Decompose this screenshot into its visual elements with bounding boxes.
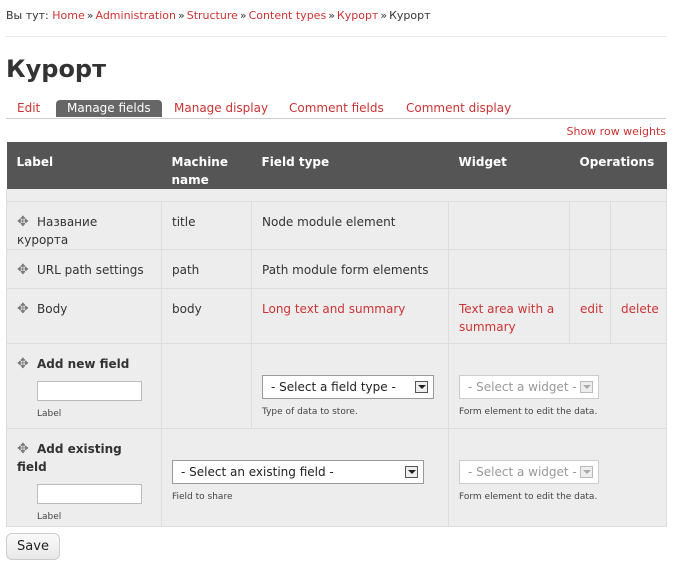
drag-handle-icon[interactable]: ✥ bbox=[17, 440, 33, 458]
row-label-cell: ✥ URL path settings bbox=[6, 248, 162, 289]
breadcrumb-separator: » bbox=[177, 9, 185, 22]
tab-edit[interactable]: Edit bbox=[17, 100, 40, 117]
row-edit-cell: edit bbox=[569, 287, 611, 344]
tabs: Edit Manage fields Manage display Commen… bbox=[6, 100, 666, 119]
header-operations: Operations bbox=[569, 142, 667, 189]
field-type-select[interactable]: - Select a field type - bbox=[262, 374, 434, 399]
breadcrumb-content-types-link[interactable]: Content types bbox=[249, 9, 327, 22]
row-field-type-cell: Long text and summary bbox=[251, 287, 449, 344]
breadcrumb-current: Курорт bbox=[389, 9, 431, 22]
existing-widget-select-cell: - Select a widget - Form element to edit… bbox=[447, 427, 668, 527]
add-new-field-cell: ✥ Add new field Label bbox=[6, 342, 162, 429]
existing-widget-select-value: - Select a widget - bbox=[468, 464, 577, 479]
row-edit-cell bbox=[569, 200, 611, 250]
header-label: Label bbox=[6, 142, 162, 189]
breadcrumb-separator: » bbox=[380, 9, 388, 22]
breadcrumb-separator: » bbox=[239, 9, 247, 22]
dropdown-arrow-icon bbox=[415, 380, 428, 393]
header-field-type: Field type bbox=[251, 142, 449, 189]
breadcrumb-separator: » bbox=[86, 9, 94, 22]
existing-field-select[interactable]: - Select an existing field - bbox=[172, 459, 424, 484]
widget-help: Form element to edit the data. bbox=[459, 406, 598, 417]
existing-field-help: Field to share bbox=[172, 491, 233, 502]
widget-select-value: - Select a widget - bbox=[468, 379, 577, 394]
widget-select[interactable]: - Select a widget - bbox=[459, 374, 599, 399]
row-machine-name: title bbox=[161, 200, 252, 250]
save-button[interactable]: Save bbox=[6, 533, 60, 560]
row-widget-cell: Text area with a summary bbox=[448, 287, 570, 344]
dropdown-arrow-icon bbox=[580, 380, 593, 393]
row-widget bbox=[448, 200, 570, 250]
existing-field-select-cell: - Select an existing field - Field to sh… bbox=[161, 427, 449, 527]
row-edit-cell bbox=[569, 248, 611, 289]
field-type-select-value: - Select a field type - bbox=[271, 379, 396, 394]
show-row-weights-link[interactable]: Show row weights bbox=[567, 125, 667, 138]
row-label-cell: ✥ Название курорта bbox=[6, 200, 162, 250]
row-widget bbox=[448, 248, 570, 289]
tab-comment-display[interactable]: Comment display bbox=[406, 100, 511, 117]
row-delete-cell: delete bbox=[609, 287, 668, 344]
row-field-type: Path module form elements bbox=[251, 248, 449, 289]
add-new-field-title: Add new field bbox=[37, 356, 130, 371]
add-existing-field-row: ✥ Add existing field Label - Select an ex… bbox=[6, 427, 668, 527]
tab-comment-fields[interactable]: Comment fields bbox=[289, 100, 384, 117]
tab-manage-display[interactable]: Manage display bbox=[174, 100, 268, 117]
row-machine-name: path bbox=[161, 248, 252, 289]
edit-link[interactable]: edit bbox=[580, 302, 603, 316]
page-title: Курорт bbox=[6, 55, 107, 83]
breadcrumb-structure-link[interactable]: Structure bbox=[187, 9, 238, 22]
header-widget: Widget bbox=[448, 142, 570, 189]
existing-widget-help: Form element to edit the data. bbox=[459, 491, 598, 502]
drag-handle-icon[interactable]: ✥ bbox=[17, 355, 33, 373]
fields-table: Label Machine name Field type Widget Ope… bbox=[5, 142, 668, 527]
breadcrumb: Вы тут: Home» Administration» Structure» Co… bbox=[6, 9, 431, 22]
breadcrumb-prefix: Вы тут: bbox=[6, 9, 49, 22]
breadcrumb-home-link[interactable]: Home bbox=[52, 9, 84, 22]
drag-handle-icon[interactable]: ✥ bbox=[17, 213, 33, 231]
field-type-link[interactable]: Long text and summary bbox=[262, 302, 405, 316]
existing-field-label-caption: Label bbox=[37, 511, 62, 522]
row-delete-cell bbox=[609, 248, 668, 289]
new-field-label-input[interactable] bbox=[37, 380, 142, 401]
field-type-select-cell: - Select a field type - Type of data to … bbox=[251, 342, 449, 429]
dropdown-arrow-icon bbox=[580, 465, 593, 478]
existing-widget-select[interactable]: - Select a widget - bbox=[459, 459, 599, 484]
existing-field-select-value: - Select an existing field - bbox=[181, 464, 334, 479]
row-delete-cell bbox=[609, 200, 668, 250]
row-label-cell: ✥ Body bbox=[6, 287, 162, 344]
empty-cell bbox=[161, 342, 252, 429]
existing-field-label-input[interactable] bbox=[37, 483, 142, 504]
new-field-label-caption: Label bbox=[37, 408, 62, 419]
row-field-type: Node module element bbox=[251, 200, 449, 250]
add-existing-field-cell: ✥ Add existing field Label bbox=[6, 427, 162, 527]
row-label: URL path settings bbox=[37, 262, 144, 277]
tab-manage-fields[interactable]: Manage fields bbox=[56, 100, 162, 117]
dropdown-arrow-icon bbox=[405, 465, 418, 478]
header-machine-name: Machine name bbox=[161, 142, 252, 189]
breadcrumb-separator: » bbox=[328, 9, 335, 22]
field-type-help: Type of data to store. bbox=[262, 406, 358, 417]
table-row: ✥ URL path settings path Path module form… bbox=[6, 248, 668, 289]
row-machine-name: body bbox=[161, 287, 252, 344]
divider bbox=[6, 36, 666, 37]
widget-select-cell: - Select a widget - Form element to edit… bbox=[447, 342, 668, 429]
drag-handle-icon[interactable]: ✥ bbox=[17, 300, 33, 318]
add-new-field-row: ✥ Add new field Label - Select a field ty… bbox=[6, 342, 668, 429]
table-row: ✥ Body body Long text and summary Text ar… bbox=[6, 287, 668, 344]
table-header-row: Label Machine name Field type Widget Ope… bbox=[6, 142, 667, 189]
table-spacer bbox=[5, 189, 668, 201]
table-row: ✥ Название курорта title Node module elem… bbox=[6, 200, 668, 250]
delete-link[interactable]: delete bbox=[621, 302, 659, 316]
breadcrumb-administration-link[interactable]: Administration bbox=[95, 9, 176, 22]
drag-handle-icon[interactable]: ✥ bbox=[17, 261, 33, 279]
row-label: Body bbox=[37, 301, 68, 316]
widget-link[interactable]: Text area with a summary bbox=[459, 302, 554, 334]
breadcrumb-kurort-link[interactable]: Курорт bbox=[337, 9, 378, 22]
